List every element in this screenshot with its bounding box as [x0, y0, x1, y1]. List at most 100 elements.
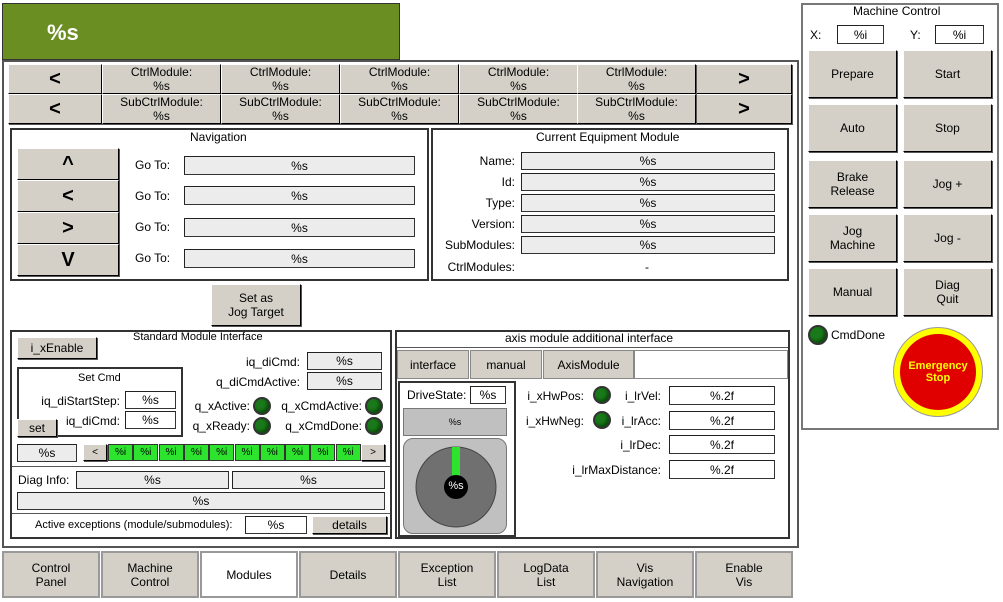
xready-led: [253, 417, 271, 435]
equipment-row-label: CtrlModules:: [447, 260, 515, 274]
ctrl-module-crumb[interactable]: CtrlModule: %s: [577, 64, 696, 94]
goto-field[interactable]: %s: [184, 186, 415, 205]
equipment-row-label: SubModules:: [444, 238, 515, 252]
set-button[interactable]: set: [17, 419, 57, 437]
step-cell[interactable]: %i: [108, 444, 133, 461]
equipment-row-value: %s: [521, 194, 775, 212]
machine-button-stop[interactable]: Stop: [903, 104, 992, 152]
ctrl-module-crumb[interactable]: CtrlModule: %s: [459, 64, 578, 94]
q-dicmdactive-field: %s: [307, 372, 382, 390]
subctrl-module-crumb[interactable]: SubCtrlModule: %s: [340, 94, 459, 124]
machine-button-jog-[interactable]: Jog -: [903, 214, 992, 262]
step-cell[interactable]: %i: [158, 444, 184, 461]
nav-up-button[interactable]: ^: [17, 148, 119, 180]
ctrl-prev-button[interactable]: <: [8, 64, 102, 94]
start-step-field[interactable]: %s: [125, 391, 176, 409]
step-cell[interactable]: %i: [209, 444, 235, 461]
details-button[interactable]: details: [312, 516, 387, 534]
setcmd-dicmd-field[interactable]: %s: [125, 411, 176, 429]
bottom-tab-exception-list[interactable]: Exception List: [398, 551, 496, 598]
step-cell[interactable]: %i: [183, 444, 209, 461]
xcmddone-label: q_xCmdDone:: [285, 419, 362, 433]
equipment-row-label: Version:: [471, 217, 515, 231]
goto-label: Go To:: [135, 158, 171, 172]
goto-label: Go To:: [135, 251, 171, 265]
ctrl-module-crumb[interactable]: CtrlModule: %s: [102, 64, 221, 94]
subctrl-module-crumb[interactable]: SubCtrlModule: %s: [459, 94, 578, 124]
setcmd-title: Set Cmd: [78, 372, 121, 384]
bottom-tab-details[interactable]: Details: [299, 551, 397, 598]
step-cell[interactable]: %i: [335, 444, 361, 461]
y-field: %i: [935, 25, 984, 44]
equipment-row-value: %s: [521, 215, 775, 233]
xactive-label: q_xActive:: [194, 399, 250, 413]
xenable-button[interactable]: i_xEnable: [17, 337, 97, 359]
goto-label: Go To:: [135, 220, 171, 234]
tab-interface[interactable]: interface: [397, 350, 469, 379]
goto-label: Go To:: [135, 189, 171, 203]
equipment-row-label: Id:: [501, 175, 515, 189]
bottom-tab-vis-navigation[interactable]: Vis Navigation: [596, 551, 694, 598]
machine-button-brake-release[interactable]: Brake Release: [808, 160, 897, 208]
nav-left-button[interactable]: <: [17, 180, 119, 212]
ctrl-module-crumb[interactable]: CtrlModule: %s: [340, 64, 459, 94]
machine-title: Machine Control: [853, 4, 941, 18]
equipment-row-label: Type:: [485, 196, 515, 210]
axis-tabbar: [397, 347, 788, 348]
set-jog-target-button[interactable]: Set as Jog Target: [211, 284, 301, 326]
subctrl-module-crumb[interactable]: SubCtrlModule: %s: [577, 94, 696, 124]
goto-field[interactable]: %s: [184, 249, 415, 268]
step-prev-button[interactable]: <: [83, 444, 107, 461]
step-next-button[interactable]: >: [361, 444, 385, 461]
machine-button-jog-machine[interactable]: Jog Machine: [808, 214, 897, 262]
bottom-tab-logdata-list[interactable]: LogData List: [497, 551, 595, 598]
step-cell[interactable]: %i: [234, 444, 260, 461]
equipment-row-label: Name:: [479, 154, 515, 168]
machine-button-start[interactable]: Start: [903, 50, 992, 98]
nav-right-button[interactable]: >: [17, 212, 119, 244]
bottom-tab-machine-control[interactable]: Machine Control: [101, 551, 199, 598]
machine-button-prepare[interactable]: Prepare: [808, 50, 897, 98]
equipment-title: Current Equipment Module: [536, 130, 680, 144]
step-cell[interactable]: %i: [310, 444, 336, 461]
machine-button-diag-quit[interactable]: Diag Quit: [903, 268, 992, 316]
iq-dicmd-field: %s: [307, 352, 382, 370]
step-cell[interactable]: %i: [259, 444, 285, 461]
bottom-tab-control-panel[interactable]: Control Panel: [2, 551, 100, 598]
axis-row-label: i_lrMaxDistance:: [572, 463, 661, 477]
nav-down-button[interactable]: V: [17, 244, 119, 276]
ctrl-module-crumb[interactable]: CtrlModule: %s: [221, 64, 340, 94]
smi-title: Standard Module Interface: [133, 331, 263, 343]
machine-button-auto[interactable]: Auto: [808, 104, 897, 152]
equipment-row-value: -: [645, 260, 649, 274]
machine-button-manual[interactable]: Manual: [808, 268, 897, 316]
bottom-tab-modules[interactable]: Modules: [200, 551, 298, 598]
equipment-row-value: %s: [521, 152, 775, 170]
ctrl-next-button[interactable]: >: [696, 64, 792, 94]
diag-info-field-1: %s: [76, 471, 229, 489]
bottom-tab-enable-vis[interactable]: Enable Vis: [695, 551, 793, 598]
step-cell[interactable]: %i: [133, 444, 159, 461]
drive-status-text: %s: [448, 417, 462, 427]
goto-field[interactable]: %s: [184, 218, 415, 237]
goto-field[interactable]: %s: [184, 156, 415, 175]
diag-info-field-3: %s: [17, 492, 385, 510]
drivestate-label: DriveState:: [407, 388, 467, 402]
sub-prev-button[interactable]: <: [8, 94, 102, 124]
divider: [12, 466, 390, 467]
step-cell[interactable]: %i: [285, 444, 311, 461]
cmddone-label: CmdDone: [831, 328, 886, 342]
machine-button-jog-plus[interactable]: Jog +: [903, 160, 992, 208]
emergency-stop-button[interactable]: Emergency Stop: [893, 327, 983, 417]
tab-manual[interactable]: manual: [470, 350, 542, 379]
step-value-field: %s: [17, 444, 77, 462]
exceptions-value: %s: [245, 516, 307, 534]
tab-axismodule[interactable]: AxisModule: [543, 350, 634, 379]
dial-value: %s: [448, 480, 464, 492]
subctrl-module-crumb[interactable]: SubCtrlModule: %s: [221, 94, 340, 124]
xcmdactive-led: [365, 397, 383, 415]
equipment-row-value: %s: [521, 236, 775, 254]
xcmdactive-label: q_xCmdActive:: [281, 399, 362, 413]
subctrl-module-crumb[interactable]: SubCtrlModule: %s: [102, 94, 221, 124]
sub-next-button[interactable]: >: [696, 94, 792, 124]
